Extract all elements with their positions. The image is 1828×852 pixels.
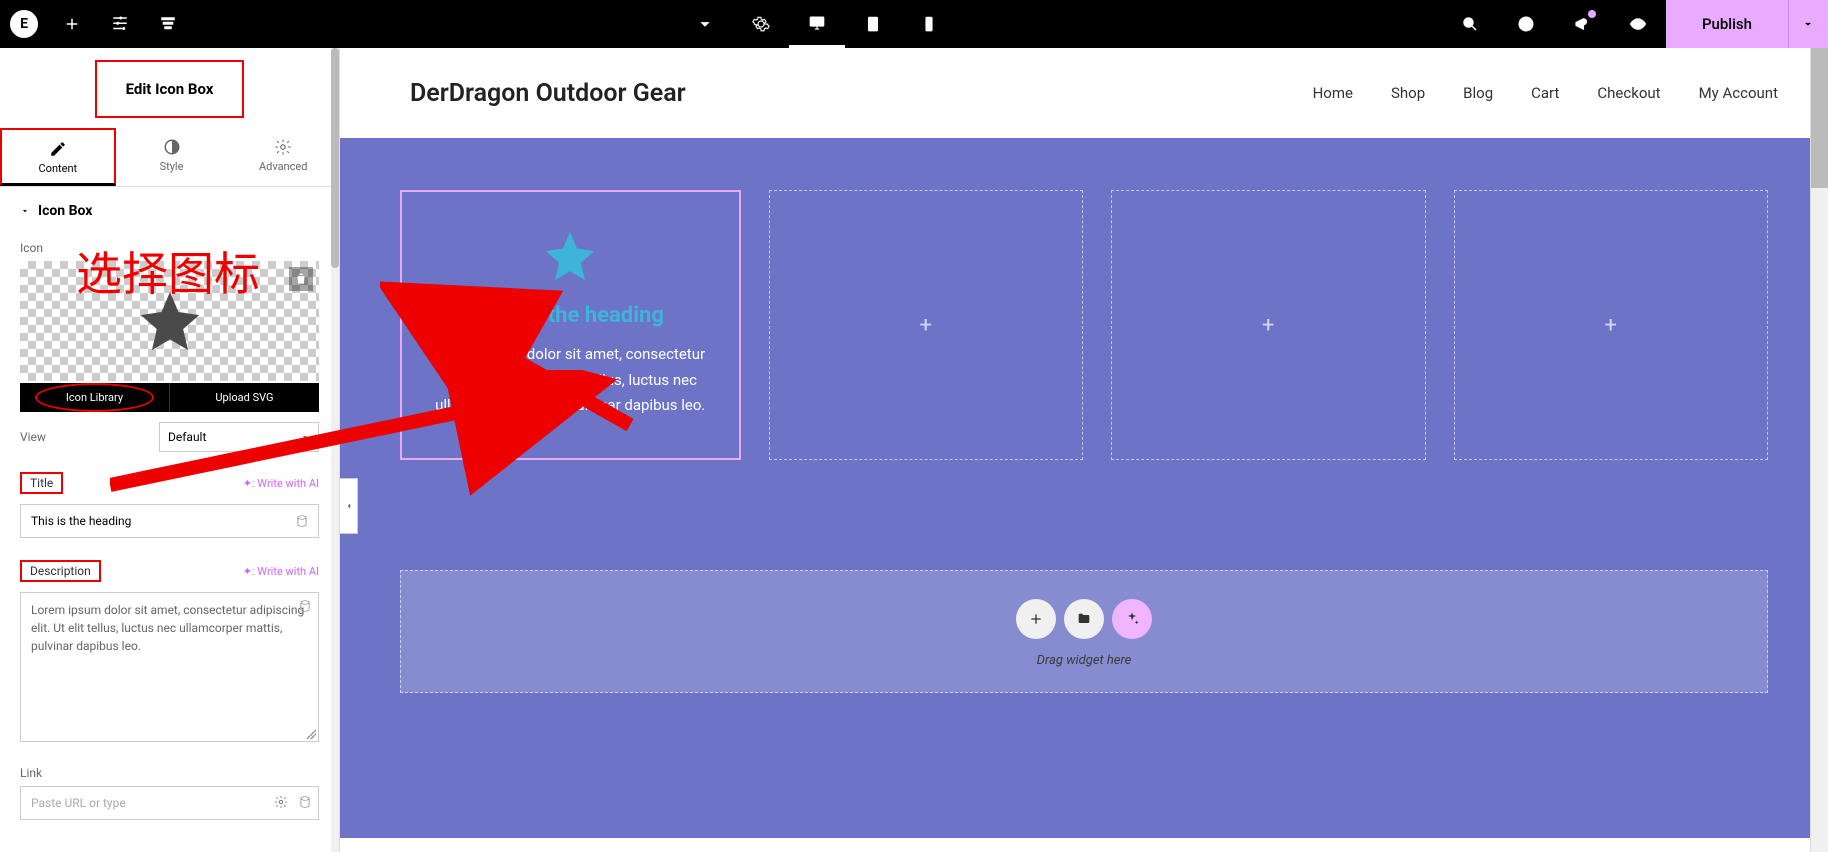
canvas-scrollbar[interactable] (1810, 48, 1828, 852)
publish-options-caret[interactable] (1788, 0, 1828, 48)
description-textarea[interactable]: Lorem ipsum dolor sit amet, consectetur … (20, 592, 319, 742)
field-label-link: Link (20, 760, 319, 786)
dynamic-tags-icon[interactable] (298, 795, 312, 812)
dynamic-tags-icon[interactable] (292, 511, 312, 531)
view-select[interactable]: Default (159, 422, 319, 452)
panel-title: Edit Icon Box (95, 60, 244, 118)
elementor-logo[interactable]: E (0, 0, 48, 48)
drop-zone-text: Drag widget here (1037, 653, 1132, 668)
nav-home[interactable]: Home (1313, 84, 1353, 102)
iconbox-heading: This is the heading (477, 303, 664, 328)
responsive-desktop-button[interactable] (789, 0, 845, 48)
title-input[interactable]: This is the heading (20, 504, 319, 538)
iconbox-description: Lorem ipsum dolor sit amet, consectetur … (414, 342, 727, 419)
editor-sidebar: Edit Icon Box Content Style Advanced Ico… (0, 48, 340, 852)
collapse-sidebar-button[interactable] (340, 478, 358, 534)
nav-shop[interactable]: Shop (1391, 84, 1425, 102)
preview-button[interactable] (1610, 0, 1666, 48)
nav-myaccount[interactable]: My Account (1699, 84, 1778, 102)
site-header: DerDragon Outdoor Gear Home Shop Blog Ca… (340, 48, 1828, 138)
link-options-icon[interactable] (274, 795, 288, 812)
icon-library-tab[interactable]: Icon Library (20, 383, 169, 412)
plus-icon: + (920, 313, 932, 338)
page-settings-caret[interactable] (677, 0, 733, 48)
tab-advanced[interactable]: Advanced (227, 128, 339, 186)
topbar: E Publish (0, 0, 1828, 48)
settings-gear-button[interactable] (733, 0, 789, 48)
drop-zone[interactable]: Drag widget here (400, 570, 1768, 693)
site-settings-button[interactable] (96, 0, 144, 48)
responsive-tablet-button[interactable] (845, 0, 901, 48)
empty-column[interactable]: + (769, 190, 1084, 460)
empty-column[interactable]: + (1454, 190, 1769, 460)
responsive-mobile-button[interactable] (901, 0, 957, 48)
write-with-ai-desc[interactable]: ✦: Write with AI (243, 565, 319, 578)
upload-svg-tab[interactable]: Upload SVG (169, 383, 319, 412)
plus-icon: + (1605, 313, 1617, 338)
dynamic-tags-icon[interactable] (298, 599, 312, 618)
add-element-button[interactable] (48, 0, 96, 48)
star-icon (20, 261, 319, 381)
panel-tabs: Content Style Advanced (0, 128, 339, 187)
nav-cart[interactable]: Cart (1531, 84, 1559, 102)
star-icon (541, 227, 599, 289)
tab-content[interactable]: Content (0, 128, 116, 186)
delete-icon-button[interactable] (289, 267, 313, 291)
add-template-button[interactable] (1064, 599, 1104, 639)
site-title: DerDragon Outdoor Gear (410, 79, 686, 108)
empty-column[interactable]: + (1111, 190, 1426, 460)
sidebar-scrollbar[interactable] (331, 48, 339, 852)
link-input[interactable]: Paste URL or type (20, 786, 319, 820)
editor-canvas: DerDragon Outdoor Gear Home Shop Blog Ca… (340, 48, 1828, 852)
structure-button[interactable] (144, 0, 192, 48)
write-with-ai-title[interactable]: ✦: Write with AI (243, 477, 319, 490)
whats-new-button[interactable] (1554, 0, 1610, 48)
ai-button[interactable] (1112, 599, 1152, 639)
field-label-view: View (20, 424, 46, 450)
field-label-title: Title (20, 472, 63, 494)
site-nav: Home Shop Blog Cart Checkout My Account (1313, 84, 1778, 102)
plus-icon: + (1262, 313, 1274, 338)
publish-button[interactable]: Publish (1666, 0, 1788, 48)
add-section-button[interactable] (1016, 599, 1056, 639)
nav-blog[interactable]: Blog (1463, 84, 1493, 102)
section-iconbox-toggle[interactable]: Icon Box (20, 187, 319, 235)
field-label-description: Description (20, 560, 101, 582)
nav-checkout[interactable]: Checkout (1597, 84, 1660, 102)
icon-picker[interactable] (20, 261, 319, 381)
field-label-icon: Icon (20, 235, 319, 261)
help-button[interactable] (1498, 0, 1554, 48)
icon-box-widget[interactable]: This is the heading Lorem ipsum dolor si… (400, 190, 741, 460)
finder-search-button[interactable] (1442, 0, 1498, 48)
tab-style[interactable]: Style (116, 128, 228, 186)
